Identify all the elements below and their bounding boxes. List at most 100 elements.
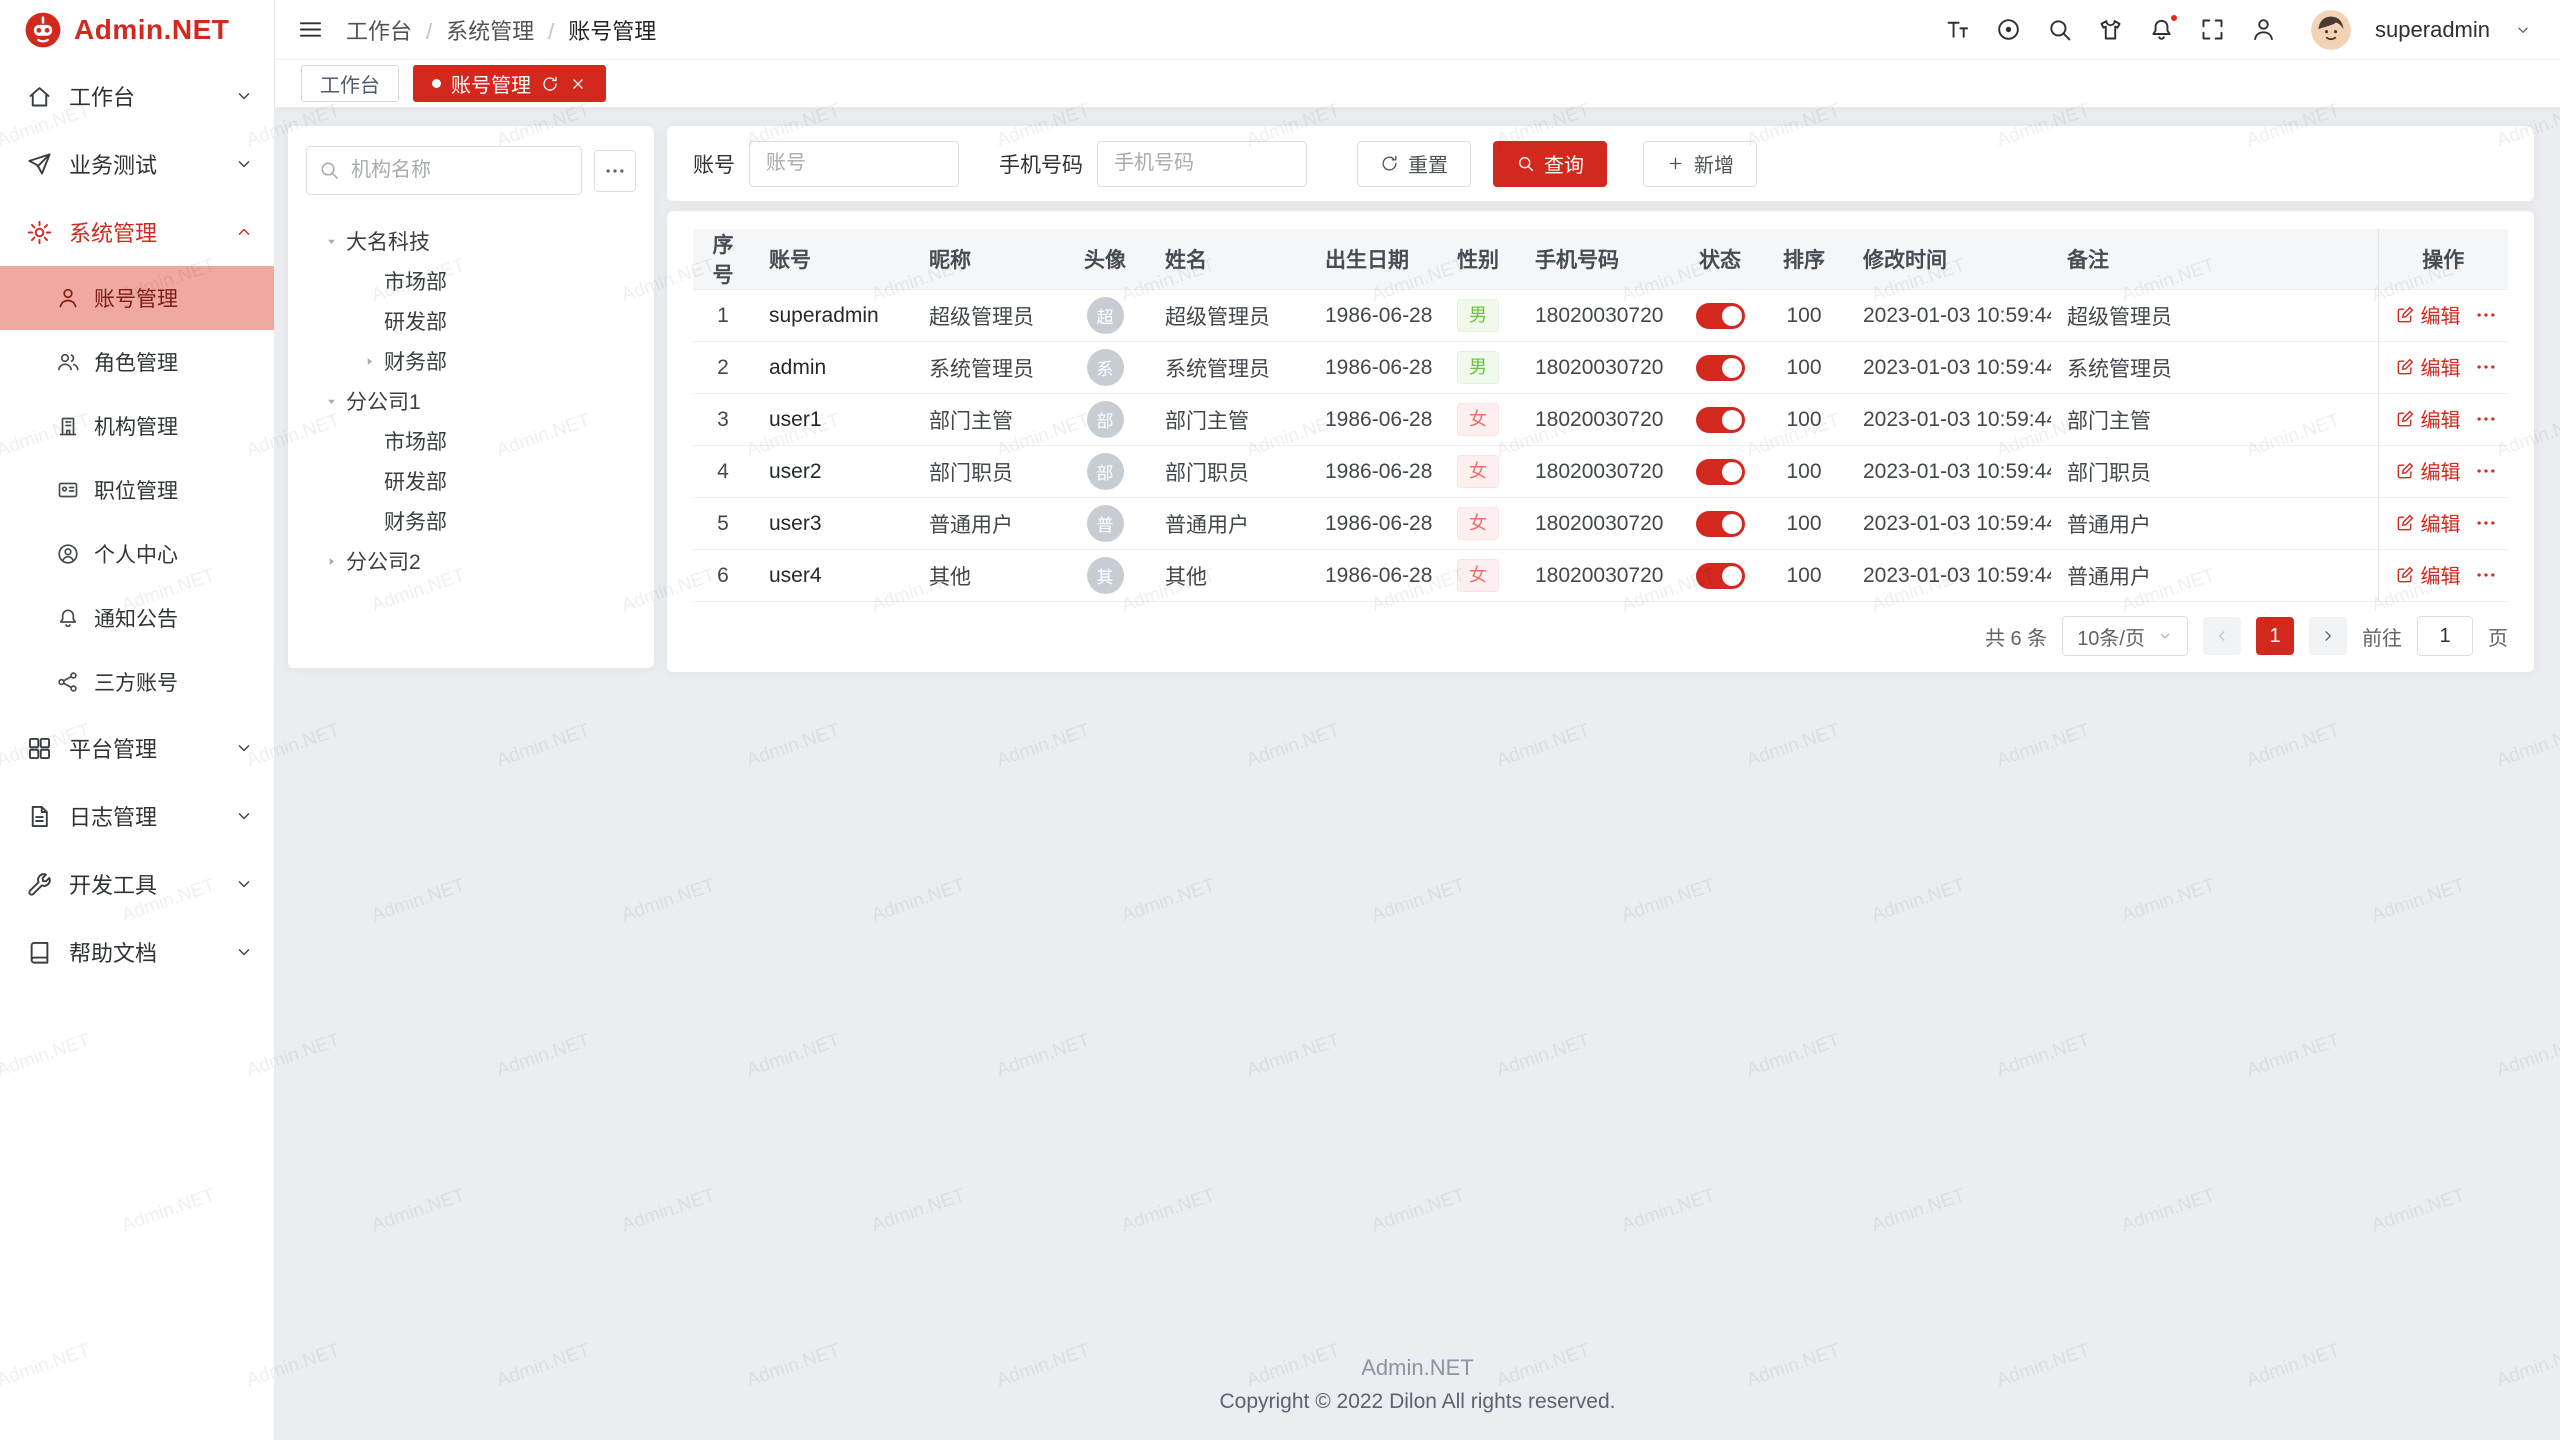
tree-node[interactable]: 研发部: [306, 301, 636, 341]
search-icon[interactable]: [2046, 16, 2073, 43]
status-toggle[interactable]: [1696, 407, 1745, 433]
sidebar-subitem-third-party-account[interactable]: 三方账号: [0, 650, 274, 714]
close-icon[interactable]: [569, 75, 587, 93]
tree-node[interactable]: 财务部: [306, 501, 636, 541]
account-input[interactable]: [749, 141, 959, 187]
status-toggle[interactable]: [1696, 563, 1745, 589]
sidebar-item-workbench[interactable]: 工作台: [0, 62, 274, 130]
tree-node[interactable]: 分公司1: [306, 381, 636, 421]
gender-tag: 女: [1457, 455, 1499, 487]
notification-bell-icon[interactable]: [2148, 16, 2175, 43]
chevron-down-icon: [2157, 628, 2173, 644]
sidebar-item-help-docs[interactable]: 帮助文档: [0, 918, 274, 986]
org-name-search-input[interactable]: [306, 146, 582, 195]
gender-tag: 男: [1457, 351, 1499, 383]
avatar[interactable]: [2311, 10, 2351, 50]
breadcrumb-account-management: 账号管理: [534, 14, 656, 46]
header-actions: superadmin: [1944, 10, 2532, 50]
chevron-down-icon[interactable]: [2514, 21, 2532, 39]
search-icon: [318, 159, 340, 181]
more-actions-icon[interactable]: [2475, 356, 2497, 378]
id-card-icon: [56, 478, 80, 502]
refresh-icon[interactable]: [541, 75, 559, 93]
edit-icon: [2395, 461, 2415, 481]
sidebar-subitem-role-management[interactable]: 角色管理: [0, 330, 274, 394]
org-more-button[interactable]: [594, 150, 636, 192]
next-page-button[interactable]: [2309, 617, 2347, 655]
chevron-up-icon: [234, 222, 254, 242]
more-actions-icon[interactable]: [2475, 512, 2497, 534]
tree-caret-expanded-icon[interactable]: [316, 394, 346, 409]
prev-page-button[interactable]: [2203, 617, 2241, 655]
goto-page-input[interactable]: [2417, 616, 2473, 656]
page-number-1[interactable]: 1: [2256, 617, 2294, 655]
tree-caret-collapsed-icon[interactable]: [316, 554, 346, 569]
edit-button[interactable]: 编辑: [2395, 560, 2461, 589]
status-toggle[interactable]: [1696, 303, 1745, 329]
sidebar-item-system-management[interactable]: 系统管理: [0, 198, 274, 266]
tab-account-management[interactable]: 账号管理: [413, 65, 606, 102]
sidebar-item-business-test[interactable]: 业务测试: [0, 130, 274, 198]
sidebar-subitem-notice[interactable]: 通知公告: [0, 586, 274, 650]
edit-icon: [2395, 357, 2415, 377]
fullscreen-icon[interactable]: [2199, 16, 2226, 43]
edit-button[interactable]: 编辑: [2395, 456, 2461, 485]
breadcrumb-system-management[interactable]: 系统管理: [412, 14, 534, 46]
add-button[interactable]: 新增: [1643, 141, 1757, 187]
page-size-select[interactable]: 10条/页: [2062, 616, 2188, 656]
user-icon[interactable]: [2250, 16, 2277, 43]
theme-icon[interactable]: [2097, 16, 2124, 43]
query-button[interactable]: 查询: [1493, 141, 1607, 187]
more-actions-icon[interactable]: [2475, 460, 2497, 482]
tree-node[interactable]: 财务部: [306, 341, 636, 381]
phone-input[interactable]: [1097, 141, 1307, 187]
home-icon: [26, 83, 53, 110]
tree-caret-collapsed-icon[interactable]: [354, 354, 384, 369]
tree-caret-expanded-icon[interactable]: [316, 234, 346, 249]
logo[interactable]: Admin.NET: [0, 0, 274, 60]
tree-node[interactable]: 大名科技: [306, 221, 636, 261]
tree-node[interactable]: 市场部: [306, 261, 636, 301]
accounts-table: 序号 账号 昵称 头像 姓名 出生日期 性别 手机号码 状态 排序 修改时间: [693, 229, 2508, 602]
tree-node[interactable]: 市场部: [306, 421, 636, 461]
sidebar-item-dev-tools[interactable]: 开发工具: [0, 850, 274, 918]
edit-button[interactable]: 编辑: [2395, 352, 2461, 381]
app-root: Admin.NET 工作台 业务测试 系统管理 账号管理: [0, 0, 2560, 1440]
status-toggle[interactable]: [1696, 511, 1745, 537]
sidebar-subitem-personal-center[interactable]: 个人中心: [0, 522, 274, 586]
org-tree: 大名科技 市场部 研发部 财务部: [306, 221, 636, 581]
notification-badge-dot: [2169, 13, 2179, 23]
system-management-submenu: 账号管理 角色管理 机构管理 职位管理 个人中心: [0, 266, 274, 714]
status-toggle[interactable]: [1696, 355, 1745, 381]
breadcrumb-workbench[interactable]: 工作台: [346, 14, 412, 46]
tree-node[interactable]: 研发部: [306, 461, 636, 501]
sidebar-item-platform-management[interactable]: 平台管理: [0, 714, 274, 782]
sidebar-subitem-account-management[interactable]: 账号管理: [0, 266, 274, 330]
screen-size-icon[interactable]: [1995, 16, 2022, 43]
hamburger-icon[interactable]: [297, 16, 324, 43]
more-actions-icon[interactable]: [2475, 304, 2497, 326]
accounts-table-card: 序号 账号 昵称 头像 姓名 出生日期 性别 手机号码 状态 排序 修改时间: [667, 211, 2534, 672]
tab-workbench[interactable]: 工作台: [301, 65, 399, 102]
tree-node[interactable]: 分公司2: [306, 541, 636, 581]
sidebar-subitem-org-management[interactable]: 机构管理: [0, 394, 274, 458]
sidebar-item-log-management[interactable]: 日志管理: [0, 782, 274, 850]
avatar: 普: [1087, 505, 1124, 542]
phone-label: 手机号码: [999, 149, 1083, 179]
more-actions-icon[interactable]: [2475, 564, 2497, 586]
more-actions-icon[interactable]: [2475, 408, 2497, 430]
reset-button[interactable]: 重置: [1357, 141, 1471, 187]
status-toggle[interactable]: [1696, 459, 1745, 485]
sidebar-subitem-position-management[interactable]: 职位管理: [0, 458, 274, 522]
chevron-right-icon: [2319, 627, 2337, 645]
edit-button[interactable]: 编辑: [2395, 300, 2461, 329]
font-size-icon[interactable]: [1944, 16, 1971, 43]
gender-tag: 女: [1457, 403, 1499, 435]
logo-icon: [24, 11, 62, 49]
send-icon: [26, 151, 53, 178]
edit-button[interactable]: 编辑: [2395, 508, 2461, 537]
org-tree-panel: 大名科技 市场部 研发部 财务部: [288, 126, 654, 668]
username[interactable]: superadmin: [2375, 17, 2490, 43]
page-footer: Admin.NET Copyright © 2022 Dilon All rig…: [275, 1337, 2560, 1440]
edit-button[interactable]: 编辑: [2395, 404, 2461, 433]
